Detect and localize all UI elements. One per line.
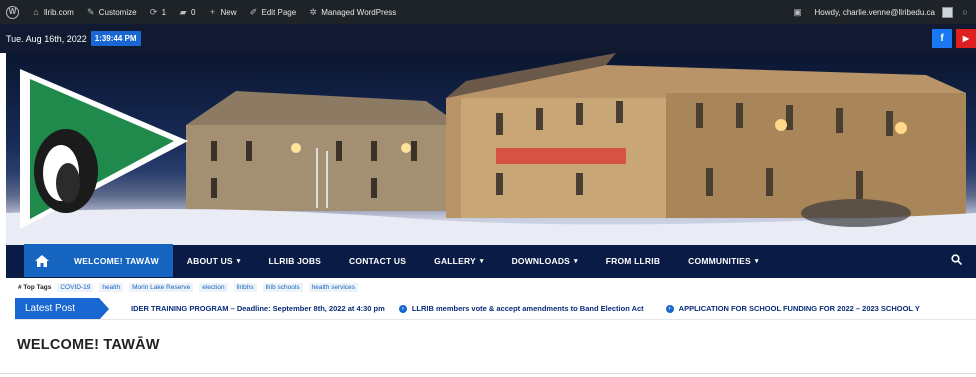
chevron-down-icon: ▾ [236,257,241,265]
wp-logo-menu[interactable]: W [0,0,25,24]
nav-gallery-label: GALLERY [434,255,476,266]
arrow-circle-icon: › [398,304,407,313]
tag-link[interactable]: health services [308,283,358,292]
tag-link[interactable]: llrib schools [262,283,303,292]
nav-gallery[interactable]: GALLERY ▾ [420,244,497,277]
managed-label: Managed WordPress [321,7,397,17]
notification-icon: ▣ [793,7,802,17]
new-label: New [220,7,237,17]
updates-icon: ⟳ [149,7,158,17]
home-icon [35,254,49,267]
tag-link[interactable]: llribhs [233,283,257,292]
nav-from-llrib[interactable]: FROM LLRIB [592,244,674,277]
nav-search-button[interactable] [951,254,963,268]
brush-icon: ✎ [87,7,95,17]
nav-communities[interactable]: COMMUNITIES ▾ [674,244,772,277]
top-tags-label: # Top Tags [18,284,52,291]
wordpress-icon: W [6,5,19,19]
ticker-item-text: IDER TRAINING PROGRAM – Deadline: Septem… [131,304,385,313]
dashboard-icon: ⌂ [33,7,39,17]
header-banner [6,53,976,246]
current-time: 1:39:44 PM [90,31,141,46]
top-tags: # Top Tags COVID-19 health Morin Lake Re… [18,283,358,292]
band-office-photo [6,53,976,246]
youtube-icon: ▶ [962,34,970,43]
tag-link[interactable]: election [199,283,228,292]
latest-post-label: Latest Post [15,298,109,319]
tag-link[interactable]: COVID-19 [57,283,94,292]
account-menu[interactable]: Howdy, charlie.venne@llribedu.ca ○ [809,0,976,24]
ticker-item[interactable]: IDER TRAINING PROGRAM – Deadline: Septem… [131,304,385,313]
search-icon [951,254,963,266]
arrow-circle-icon: › [665,304,674,313]
ticker-item[interactable]: › APPLICATION FOR SCHOOL FUNDING FOR 2022… [665,304,920,313]
nav-contact-us[interactable]: CONTACT US [335,244,420,277]
current-date: Tue. Aug 16th, 2022 [6,33,87,44]
tag-link[interactable]: Morin Lake Reserve [129,283,194,292]
search-icon: ○ [962,7,968,17]
wp-admin-bar: W ⌂ llrib.com ✎ Customize ⟳ 1 ▰ 0 + New ✐ Edit… [0,0,976,24]
comments-link[interactable]: ▰ 0 [172,0,201,24]
chevron-down-icon: ▾ [479,257,484,265]
pencil-icon: ✐ [249,7,258,17]
facebook-link[interactable]: f [932,29,952,48]
nav-from-llrib-label: FROM LLRIB [605,255,661,266]
nav-llrib-jobs[interactable]: LLRIB JOBS [255,244,336,277]
updates-count: 1 [161,7,167,17]
site-name: llrib.com [44,7,74,17]
edit-page-link[interactable]: ✐ Edit Page [243,0,303,24]
youtube-link[interactable]: ▶ [956,29,976,48]
divider [0,373,976,374]
nav-welcome-label: WELCOME! TAWĀW [74,255,159,266]
nav-downloads-label: DOWNLOADS [511,255,571,266]
comments-count: 0 [191,7,196,17]
plus-icon: + [209,7,216,17]
latest-post-ticker: Latest Post IDER TRAINING PROGRAM – Dead… [15,298,976,320]
chevron-down-icon: ▾ [754,257,759,265]
facebook-icon: f [940,33,944,44]
ticker-item-text: LLRIB members vote & accept amendments t… [411,304,644,313]
nav-communities-label: COMMUNITIES [688,255,751,266]
edit-label: Edit Page [261,7,297,17]
notifications-button[interactable]: ▣ [787,0,809,24]
gear-icon: ✲ [309,7,317,17]
ticker-item-text: APPLICATION FOR SCHOOL FUNDING FOR 2022 … [678,304,920,313]
nav-downloads[interactable]: DOWNLOADS ▾ [498,244,592,277]
howdy-text: Howdy, charlie.venne@llribedu.ca [814,7,935,17]
new-content-menu[interactable]: + New [201,0,242,24]
home-button[interactable] [24,244,60,277]
updates-link[interactable]: ⟳ 1 [143,0,172,24]
nav-contact-us-label: CONTACT US [349,255,407,266]
nav-about-us-label: ABOUT US [186,255,233,266]
main-navigation: WELCOME! TAWĀW ABOUT US ▾ LLRIB JOBS CONT… [0,244,976,279]
social-links: f ▶ [932,29,976,48]
ticker-item[interactable]: › LLRIB members vote & accept amendments … [398,304,644,313]
site-name-menu[interactable]: ⌂ llrib.com [25,0,80,24]
managed-wordpress-link[interactable]: ✲ Managed WordPress [302,0,402,24]
nav-welcome[interactable]: WELCOME! TAWĀW [60,244,173,277]
tag-link[interactable]: health [99,283,124,292]
customize-label: Customize [98,7,137,17]
chevron-down-icon: ▾ [574,257,578,265]
top-info-bar: Tue. Aug 16th, 2022 1:39:44 PM f ▶ [0,24,976,53]
avatar [942,6,953,18]
page-title: WELCOME! TAWĀW [17,337,160,353]
nav-llrib-jobs-label: LLRIB JOBS [268,255,322,266]
comment-icon: ▰ [179,7,187,17]
customize-link[interactable]: ✎ Customize [80,0,143,24]
nav-about-us[interactable]: ABOUT US ▾ [173,244,255,277]
